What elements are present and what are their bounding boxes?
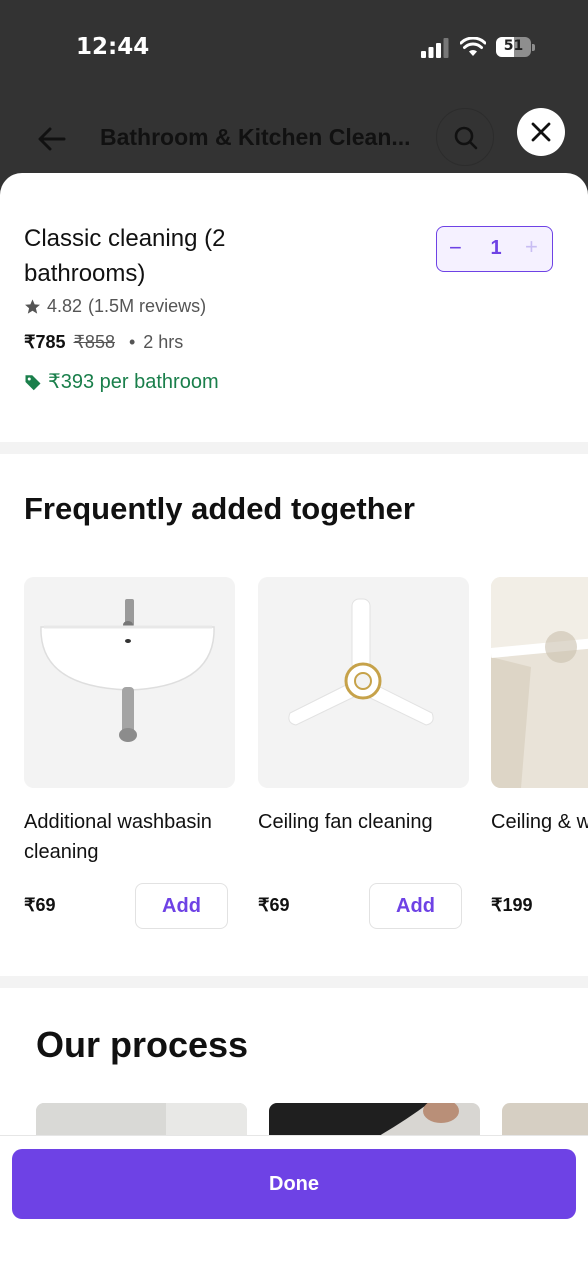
quantity-stepper: − 1 + — [436, 226, 553, 272]
search-icon — [454, 126, 478, 150]
rating-value: 4.82 — [47, 296, 83, 316]
close-icon — [531, 122, 551, 142]
search-button[interactable] — [436, 108, 494, 166]
separator-dot: • — [128, 332, 136, 352]
service-name: Classic cleaning (2 bathrooms) — [24, 225, 226, 287]
addon-price: ₹69 — [24, 895, 56, 915]
original-price: ₹858 — [73, 332, 115, 352]
per-unit-price: ₹393 per bathroom — [24, 369, 219, 394]
review-count: (1.5M reviews) — [88, 296, 207, 316]
section-divider — [0, 442, 588, 454]
star-icon — [25, 299, 40, 314]
addon-name: Ceiling fan cleaning — [258, 811, 433, 833]
add-button[interactable]: Add — [135, 883, 228, 929]
addon-name: Ceiling & wall cobweb d — [491, 811, 588, 833]
decrement-button[interactable]: − — [449, 235, 462, 261]
bottom-action-bar: Done — [0, 1135, 588, 1280]
cellular-signal-icon — [421, 38, 449, 58]
frequently-added-heading: Frequently added together — [24, 491, 415, 526]
addon-price: ₹69 — [258, 895, 290, 915]
increment-button[interactable]: + — [525, 234, 538, 260]
addon-name: Additional washbasin cleaning — [24, 811, 212, 863]
addon-price: ₹199 — [491, 895, 533, 915]
process-heading: Our process — [36, 1024, 249, 1065]
service-bottom-sheet: Classic cleaning (2 bathrooms) 4.82 (1.5… — [0, 173, 588, 1280]
quantity-value: 1 — [490, 237, 502, 259]
status-time: 12:44 — [76, 34, 150, 60]
add-button[interactable]: Add — [369, 883, 462, 929]
service-duration: 2 hrs — [143, 332, 184, 352]
battery-icon: 51 — [496, 37, 536, 57]
section-divider — [0, 976, 588, 988]
ceiling-fan-image — [258, 577, 469, 788]
service-price: ₹785 — [24, 332, 66, 352]
close-button[interactable] — [517, 108, 565, 156]
per-unit-text: ₹393 per bathroom — [48, 371, 219, 393]
price-row: ₹785 ₹858 • 2 hrs — [24, 332, 183, 353]
rating-row: 4.82 (1.5M reviews) — [24, 296, 206, 317]
wifi-icon — [460, 37, 486, 56]
ceiling-cobweb-image — [491, 577, 588, 788]
done-button[interactable]: Done — [12, 1149, 576, 1219]
battery-level: 51 — [503, 38, 524, 54]
back-arrow-icon[interactable] — [36, 125, 68, 153]
page-title: Bathroom & Kitchen Clean... — [100, 124, 411, 150]
washbasin-image — [24, 577, 235, 788]
status-bar: 12:44 51 — [0, 0, 588, 95]
price-tag-icon — [25, 374, 41, 390]
